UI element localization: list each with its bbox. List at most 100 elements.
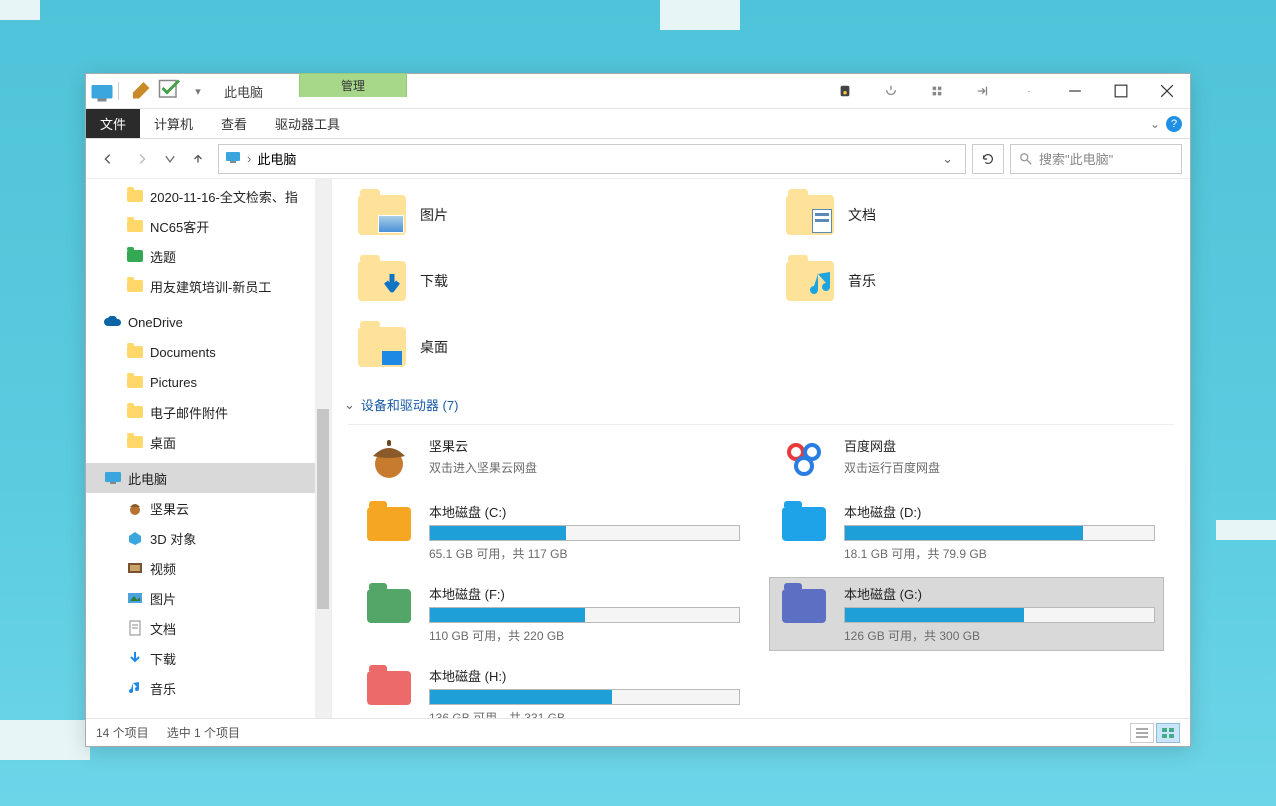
tree-onedrive[interactable]: OneDrive [86,307,331,337]
ext-tool-3[interactable] [914,74,960,108]
user-folder[interactable]: 下载 [358,253,746,309]
user-folder[interactable]: 音乐 [786,253,1174,309]
folder-label: 文档 [848,205,876,225]
tree-item-label: 文档 [150,619,176,638]
tree-thispc-child[interactable]: 视频 [86,553,331,583]
drive-icon [778,584,830,628]
folder-icon [126,433,144,451]
address-dropdown-icon[interactable]: ⌄ [936,151,959,167]
tree-item-label: 2020-11-16-全文检索、指 [150,187,298,206]
breadcrumb[interactable]: 此电脑 [257,149,296,168]
drive-item[interactable]: 本地磁盘 (F:) 110 GB 可用，共 220 GB [354,577,749,651]
folder-label: 图片 [420,205,448,225]
nav-history-dropdown[interactable] [162,145,178,173]
folder-label: 桌面 [420,337,448,357]
ext-tool-4[interactable] [960,74,1006,108]
tree-item-label: 音乐 [150,679,176,698]
drive-sub: 65.1 GB 可用，共 117 GB [429,545,740,562]
drive-icon [363,436,415,480]
tree-item-label: OneDrive [128,315,183,330]
thispc-icon [104,469,122,487]
user-folder[interactable]: 桌面 [358,319,746,375]
ribbon-expand-icon[interactable]: ⌄ [1150,117,1160,131]
chevron-down-icon: ⌄ [344,397,355,413]
drive-name: 本地磁盘 (F:) [429,584,740,603]
tree-thispc[interactable]: 此电脑 [86,463,331,493]
tree-thispc-child[interactable]: 坚果云 [86,493,331,523]
tree-thispc-child[interactable]: 图片 [86,583,331,613]
drive-name: 本地磁盘 (D:) [844,502,1155,521]
tree-onedrive-child[interactable]: 桌面 [86,427,331,457]
qat-properties[interactable] [130,79,154,103]
qat-checkbox[interactable] [158,79,182,103]
tree-quick-item[interactable]: 2020-11-16-全文检索、指 [86,181,331,211]
drive-capacity-bar [429,525,740,541]
folder-icon [126,343,144,361]
tree-onedrive-child[interactable]: 电子邮件附件 [86,397,331,427]
tree-thispc-child[interactable]: 下载 [86,643,331,673]
tree-onedrive-child[interactable]: Documents [86,337,331,367]
view-large-icons-button[interactable] [1156,723,1180,743]
drive-item[interactable]: 百度网盘 双击运行百度网盘 [769,429,1164,487]
statusbar: 14 个项目 选中 1 个项目 [86,718,1190,746]
maximize-button[interactable] [1098,74,1144,108]
tab-computer[interactable]: 计算机 [140,109,207,138]
drive-icon [363,666,415,710]
explorer-window: ▾ 管理 此电脑 · 文件 计算机 查看 驱动器工具 ⌄ ? [85,73,1191,747]
tree-thispc-child[interactable]: 3D 对象 [86,523,331,553]
section-devices-header[interactable]: ⌄ 设备和驱动器 (7) [344,395,1174,414]
ribbon-tabs: 文件 计算机 查看 驱动器工具 ⌄ ? [86,109,1190,139]
tree-quick-item[interactable]: 用友建筑培训-新员工 [86,271,331,301]
tree-onedrive-child[interactable]: Pictures [86,367,331,397]
view-details-button[interactable] [1130,723,1154,743]
help-icon[interactable]: ? [1166,116,1182,132]
tree-item-label: 电子邮件附件 [150,403,228,422]
user-folder[interactable]: 图片 [358,187,746,243]
drive-icon [363,502,415,546]
folder-icon [786,195,834,235]
search-placeholder: 搜索"此电脑" [1039,149,1113,168]
nav-forward[interactable] [128,145,156,173]
status-item-count: 14 个项目 [96,724,149,741]
qat-dropdown[interactable]: ▾ [186,79,210,103]
address-bar[interactable]: › 此电脑 ⌄ [218,144,966,174]
drive-icon [363,584,415,628]
search-input[interactable]: 搜索"此电脑" [1010,144,1182,174]
nav-up[interactable] [184,145,212,173]
user-folder[interactable]: 文档 [786,187,1174,243]
tree-item-label: 坚果云 [150,499,189,518]
ext-tool-1[interactable] [822,74,868,108]
drive-item[interactable]: 坚果云 双击进入坚果云网盘 [354,429,749,487]
folder-icon [126,277,144,295]
close-button[interactable] [1144,74,1190,108]
tree-quick-item[interactable]: NC65客开 [86,211,331,241]
tree-item-label: 图片 [150,589,176,608]
drive-item[interactable]: 本地磁盘 (C:) 65.1 GB 可用，共 117 GB [354,495,749,569]
tree-thispc-child[interactable]: 音乐 [86,673,331,703]
tree-item-label: 3D 对象 [150,529,196,548]
drive-sub: 136 GB 可用，共 331 GB [429,709,740,718]
tree-item-label: Documents [150,345,216,360]
ext-tool-5[interactable]: · [1006,74,1052,108]
tree-thispc-child[interactable]: 文档 [86,613,331,643]
drive-item[interactable]: 本地磁盘 (H:) 136 GB 可用，共 331 GB [354,659,749,718]
minimize-button[interactable] [1052,74,1098,108]
tab-file[interactable]: 文件 [86,109,140,138]
nav-back[interactable] [94,145,122,173]
sidebar-scrollbar[interactable] [315,179,331,718]
drive-capacity-bar [844,607,1155,623]
status-selected-count: 选中 1 个项目 [167,724,240,741]
refresh-button[interactable] [972,144,1004,174]
ext-tool-2[interactable] [868,74,914,108]
drive-item[interactable]: 本地磁盘 (G:) 126 GB 可用，共 300 GB [769,577,1164,651]
tab-view[interactable]: 查看 [207,109,261,138]
contextual-tab-manage[interactable]: 管理 [299,73,407,97]
drive-icon [778,502,830,546]
tab-drive-tools[interactable]: 驱动器工具 [261,109,354,138]
drive-capacity-bar [844,525,1155,541]
system-icon[interactable] [90,79,114,103]
tree-item-label: 用友建筑培训-新员工 [150,277,271,296]
drive-item[interactable]: 本地磁盘 (D:) 18.1 GB 可用，共 79.9 GB [769,495,1164,569]
tree-quick-item[interactable]: 选题 [86,241,331,271]
tree-item-label: 桌面 [150,433,176,452]
